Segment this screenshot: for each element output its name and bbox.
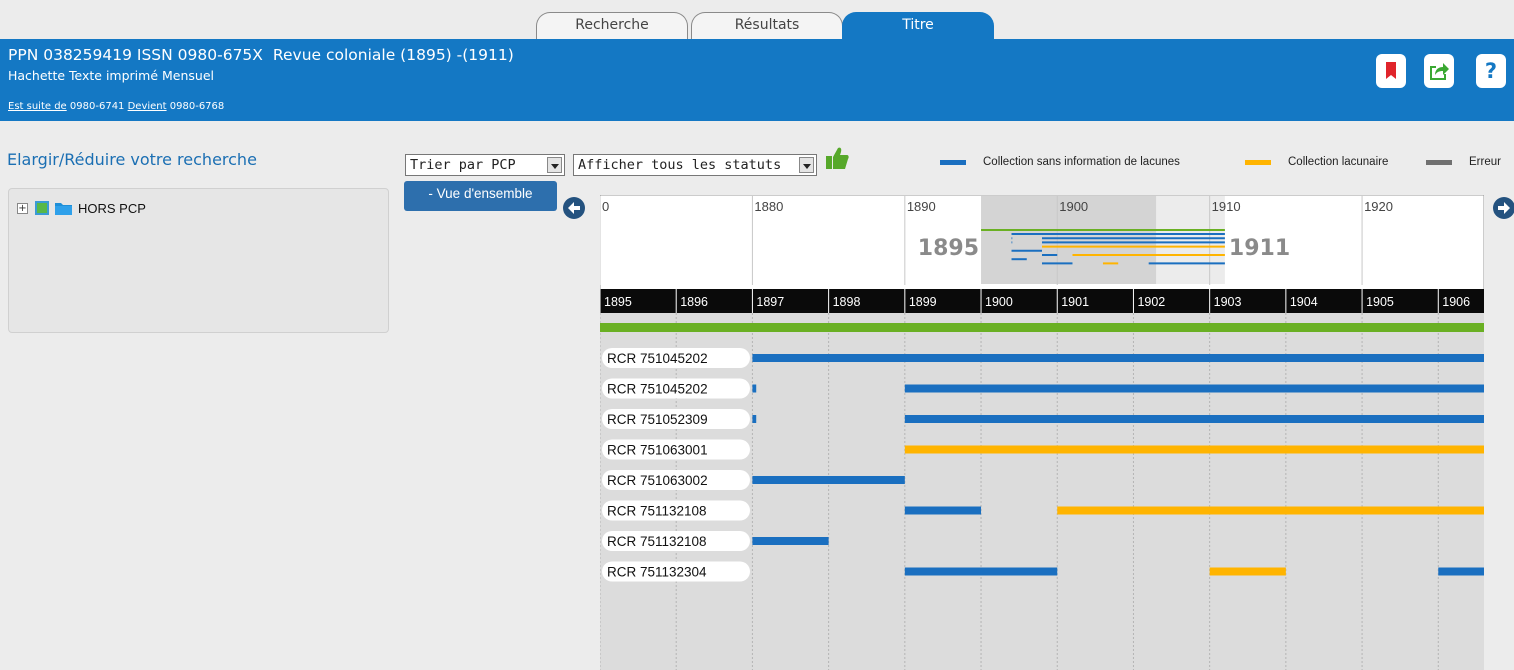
holding-segment — [904, 445, 1484, 454]
tree-node-label[interactable]: HORS PCP — [78, 201, 146, 216]
tree-node-hors-pcp: + HORS PCP — [17, 200, 146, 216]
year-label: 1895 — [604, 295, 632, 309]
thumbs-up-icon[interactable] — [824, 146, 850, 170]
year-label: 1896 — [680, 295, 708, 309]
library-label: RCR 751045202 — [607, 382, 708, 397]
arrow-right-icon — [1498, 202, 1510, 214]
bookmark-icon — [1386, 62, 1396, 79]
overview-tick-label: 1880 — [754, 199, 783, 214]
est-suite-value: 0980-6741 — [69, 101, 125, 112]
node-checkbox[interactable] — [35, 201, 49, 215]
legend-swatch — [940, 160, 966, 165]
timeline-svg: 0 1880 1890 1900 1910 1920 1895 1911 1895 1896 189… — [600, 195, 1484, 670]
holding-segment — [904, 506, 982, 515]
legend-swatch — [1426, 160, 1452, 165]
record-relations: Est suite de 0980-6741 Devient 0980-6768 — [8, 101, 224, 112]
library-label: RCR 751063001 — [607, 443, 708, 458]
holding-segment — [752, 415, 757, 423]
record-line: PPN 038259419 ISSN 0980-675X Revue coloni… — [8, 46, 514, 64]
tab-recherche[interactable]: Recherche — [536, 12, 688, 40]
devient-link[interactable]: Devient — [128, 101, 167, 112]
help-icon: ? — [1484, 59, 1498, 83]
folder-icon — [55, 203, 72, 215]
overview-end-label: 1911 — [1229, 236, 1290, 261]
est-suite-link[interactable]: Est suite de — [8, 101, 67, 112]
bookmark-button[interactable] — [1376, 54, 1406, 88]
sort-select[interactable]: Trier par PCP — [405, 154, 565, 176]
holding-segment — [904, 567, 1058, 576]
year-label: 1903 — [1214, 295, 1242, 309]
overview-tick-label: 1900 — [1059, 199, 1088, 214]
legend-swatch — [1245, 160, 1271, 165]
legend-label: Erreur — [1469, 156, 1501, 168]
library-label: RCR 751132108 — [607, 504, 707, 519]
legend-label: Collection sans information de lacunes — [983, 156, 1180, 168]
holding-segment — [752, 354, 1484, 362]
overview-tick-label: 1920 — [1364, 199, 1393, 214]
scroll-right-button[interactable] — [1493, 197, 1514, 219]
tab-resultats[interactable]: Résultats — [691, 12, 843, 40]
record-subtitle: Hachette Texte imprimé Mensuel — [8, 68, 214, 83]
library-label: RCR 751045202 — [607, 351, 708, 366]
pcp-tree-panel: + HORS PCP — [8, 188, 389, 333]
holding-segment — [1209, 567, 1286, 576]
chevron-down-icon — [799, 157, 814, 173]
library-label: RCR 751063002 — [607, 473, 708, 488]
chevron-down-icon — [547, 157, 562, 173]
overview-tick-label: 1910 — [1212, 199, 1241, 214]
record-identifiers: PPN 038259419 ISSN 0980-675X — [8, 46, 263, 64]
devient-value: 0980-6768 — [169, 101, 225, 112]
library-label: RCR 751132304 — [607, 565, 707, 580]
overview-tick-label: 0 — [602, 199, 609, 214]
year-label: 1899 — [909, 295, 937, 309]
sort-select-value: Trier par PCP — [410, 157, 516, 173]
year-label: 1897 — [756, 295, 784, 309]
holding-segment — [1438, 567, 1484, 576]
status-select-value: Afficher tous les statuts — [578, 157, 782, 173]
holding-segment — [752, 384, 757, 393]
holding-segment — [904, 415, 1484, 423]
record-title: Revue coloniale (1895) -(1911) — [272, 46, 514, 64]
record-header: PPN 038259419 ISSN 0980-675X Revue coloni… — [0, 39, 1514, 121]
status-select[interactable]: Afficher tous les statuts — [573, 154, 817, 176]
year-label: 1904 — [1290, 295, 1318, 309]
collection-timeline: 0 1880 1890 1900 1910 1920 1895 1911 1895 1896 189… — [600, 195, 1484, 670]
year-label: 1906 — [1442, 295, 1470, 309]
arrow-left-icon — [568, 202, 580, 214]
vue-ensemble-button[interactable]: - Vue d'ensemble — [404, 181, 557, 211]
library-label: RCR 751132108 — [607, 534, 707, 549]
holding-segment — [752, 537, 829, 545]
overview-start-label: 1895 — [918, 236, 979, 261]
year-label: 1900 — [985, 295, 1013, 309]
export-button[interactable] — [1424, 54, 1454, 88]
holding-segment — [752, 476, 905, 484]
library-label: RCR 751052309 — [607, 412, 708, 427]
expand-icon[interactable]: + — [17, 202, 28, 214]
year-label: 1901 — [1061, 295, 1089, 309]
holding-segment — [1057, 506, 1484, 515]
title-span-bar — [600, 323, 1484, 332]
tab-titre[interactable]: Titre — [842, 12, 994, 40]
year-label: 1905 — [1366, 295, 1394, 309]
year-label: 1902 — [1137, 295, 1165, 309]
elargir-reduire-link[interactable]: Elargir/Réduire votre recherche — [7, 150, 257, 169]
legend-label: Collection lacunaire — [1288, 156, 1389, 168]
export-icon — [1430, 63, 1449, 80]
holding-segment — [904, 384, 1484, 393]
year-axis — [600, 289, 1484, 313]
overview-tick-label: 1890 — [907, 199, 936, 214]
scroll-left-button[interactable] — [563, 197, 585, 219]
help-button[interactable]: ? — [1476, 54, 1506, 88]
year-label: 1898 — [833, 295, 861, 309]
